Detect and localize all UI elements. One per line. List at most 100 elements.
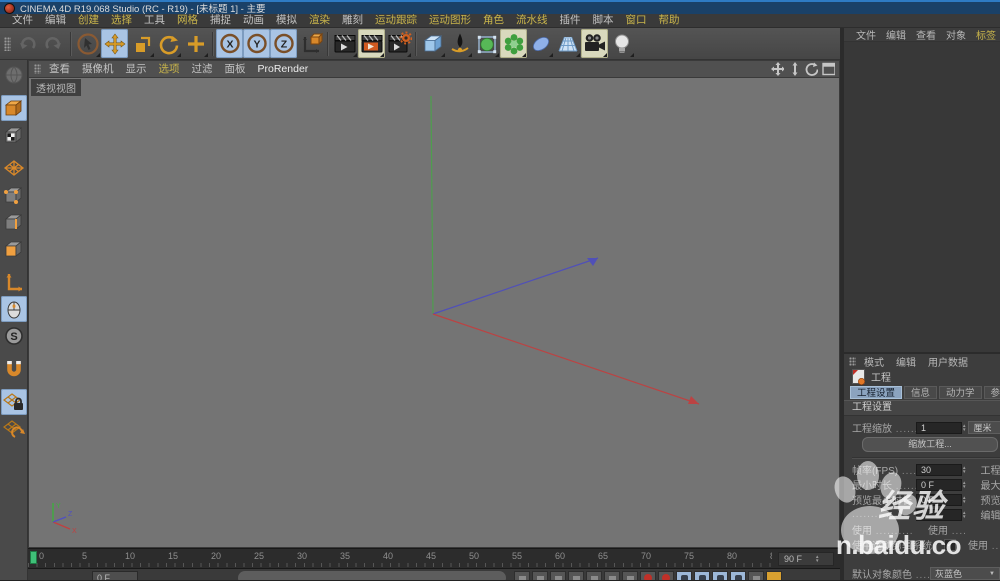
magnet-snap-icon[interactable] [1, 356, 27, 382]
transport-button[interactable] [694, 571, 710, 580]
transport-button[interactable] [712, 571, 728, 580]
menu-item[interactable]: 运动图形 [423, 14, 477, 27]
workplane-mode-icon[interactable] [1, 155, 27, 181]
snap-s-icon[interactable]: S [1, 323, 27, 349]
menu-item[interactable]: 运动跟踪 [369, 14, 423, 27]
menu-item[interactable]: 渲染 [303, 14, 336, 27]
transport-button[interactable] [550, 571, 566, 580]
object-manager-menu-item[interactable]: 文件 [851, 28, 881, 42]
subdivision-surface-icon[interactable] [473, 29, 500, 58]
object-manager-list[interactable] [844, 42, 1000, 354]
viewport-menu-item[interactable]: 选项 [153, 63, 186, 76]
field-input[interactable]: 0 F [916, 479, 962, 491]
polygons-mode-icon[interactable] [1, 236, 27, 262]
menu-item[interactable]: 雕刻 [336, 14, 369, 27]
transport-button[interactable] [514, 571, 530, 580]
transport-button[interactable] [766, 571, 782, 580]
toolbar-grip[interactable] [4, 37, 11, 51]
attribute-manager-menu-item[interactable]: 编辑 [890, 354, 922, 369]
pan-view-icon[interactable] [770, 62, 784, 76]
viewport-menu-item[interactable]: 查看 [43, 63, 76, 76]
field-input[interactable]: 0 F [916, 494, 962, 506]
viewport-canvas[interactable]: Y X Z [29, 77, 839, 547]
object-manager-menu-item[interactable]: 对象 [941, 28, 971, 42]
current-frame-field[interactable]: 0 F [92, 571, 138, 580]
menu-item[interactable]: 创建 [72, 14, 105, 27]
field-input[interactable]: 30 [916, 464, 962, 476]
attribute-tab[interactable]: 工程设置 [850, 386, 902, 399]
object-manager-menu-item[interactable]: 标签 [971, 28, 1000, 42]
rotate-tool[interactable] [155, 29, 182, 58]
end-frame-stepper[interactable]: ▲▼ [805, 555, 833, 563]
menu-item[interactable]: 捕捉 [204, 14, 237, 27]
attribute-tab[interactable]: 参考 [984, 386, 1000, 399]
enable-axis-icon[interactable] [1, 269, 27, 295]
end-frame-box[interactable]: 90 F ▲▼ [778, 552, 834, 566]
y-axis-lock[interactable]: Y [243, 29, 270, 58]
default-color-dropdown[interactable]: 灰蓝色 ▼ [930, 567, 1000, 580]
viewport-menu-item[interactable]: 面板 [219, 63, 252, 76]
z-axis-lock[interactable]: Z [270, 29, 297, 58]
menu-item[interactable]: 文件 [6, 14, 39, 27]
menu-item[interactable]: 流水线 [510, 14, 554, 27]
spline-pen-icon[interactable] [446, 29, 473, 58]
viewport-menu-item[interactable]: 过滤 [186, 63, 219, 76]
field-stepper[interactable]: ▲▼ [962, 511, 968, 519]
lock-workplane-icon[interactable] [1, 389, 27, 415]
transport-button[interactable] [532, 571, 548, 580]
preview-range-slider[interactable] [238, 571, 506, 580]
points-mode-icon[interactable] [1, 182, 27, 208]
deformer-icon[interactable] [527, 29, 554, 58]
checkbox-checked[interactable]: ✓ [944, 539, 956, 551]
orbit-view-icon[interactable] [804, 62, 818, 76]
field-stepper[interactable]: ▲▼ [962, 481, 968, 489]
attribute-tab[interactable]: 信息 [904, 386, 937, 399]
transport-button[interactable] [640, 571, 656, 580]
viewport-grip[interactable] [34, 64, 41, 74]
menu-item[interactable]: 选择 [105, 14, 138, 27]
menu-item[interactable]: 网格 [171, 14, 204, 27]
attribute-manager-menu-item[interactable]: 用户数据 [922, 354, 974, 369]
transport-button[interactable] [568, 571, 584, 580]
menu-item[interactable]: 模拟 [270, 14, 303, 27]
model-mode-icon[interactable] [1, 95, 27, 121]
live-selection-tool[interactable] [74, 29, 101, 58]
menu-item[interactable]: 动画 [237, 14, 270, 27]
menu-item[interactable]: 工具 [138, 14, 171, 27]
field-stepper[interactable]: ▲▼ [962, 496, 968, 504]
viewport-menu-item[interactable]: 摄像机 [76, 63, 120, 76]
ruler-track[interactable]: 0510152025303540455055606570758085 [28, 549, 772, 569]
menu-item[interactable]: 编辑 [39, 14, 72, 27]
transport-button[interactable] [586, 571, 602, 580]
transport-button[interactable] [676, 571, 692, 580]
scale-unit-dropdown[interactable]: 厘米 ▼ [968, 421, 1000, 434]
timeline-ruler[interactable]: 0510152025303540455055606570758085 90 F … [28, 548, 840, 568]
maximize-view-icon[interactable] [821, 62, 835, 76]
object-manager-menu-item[interactable]: 查看 [911, 28, 941, 42]
scale-tool[interactable] [128, 29, 155, 58]
viewport-menu-item[interactable]: 显示 [120, 63, 153, 76]
viewport[interactable]: 查看摄像机显示选项过滤面板ProRender 透视视图 [28, 60, 840, 548]
undo-icon[interactable] [13, 29, 40, 58]
coordinate-system-icon[interactable] [297, 29, 324, 58]
menu-item[interactable]: 帮助 [653, 14, 686, 27]
field-input[interactable] [916, 509, 962, 521]
render-settings-icon[interactable] [385, 29, 412, 58]
transport-button[interactable] [730, 571, 746, 580]
render-to-picture-viewer-icon[interactable] [358, 29, 385, 58]
transport-button[interactable] [604, 571, 620, 580]
menu-item[interactable]: 窗口 [620, 14, 653, 27]
menu-item[interactable]: 角色 [477, 14, 510, 27]
floor-environment-icon[interactable] [554, 29, 581, 58]
transport-button[interactable] [748, 571, 764, 580]
viewport-menu-item[interactable]: ProRender [252, 63, 315, 76]
x-axis-lock[interactable]: X [216, 29, 243, 58]
camera-icon[interactable] [581, 29, 608, 58]
viewport-solo-icon[interactable] [1, 296, 27, 322]
redo-icon[interactable] [40, 29, 67, 58]
transport-button[interactable] [658, 571, 674, 580]
field-stepper[interactable]: ▲▼ [962, 466, 968, 474]
attribute-manager-grip[interactable] [849, 357, 856, 366]
current-frame-marker[interactable] [30, 551, 37, 564]
transport-button[interactable] [622, 571, 638, 580]
